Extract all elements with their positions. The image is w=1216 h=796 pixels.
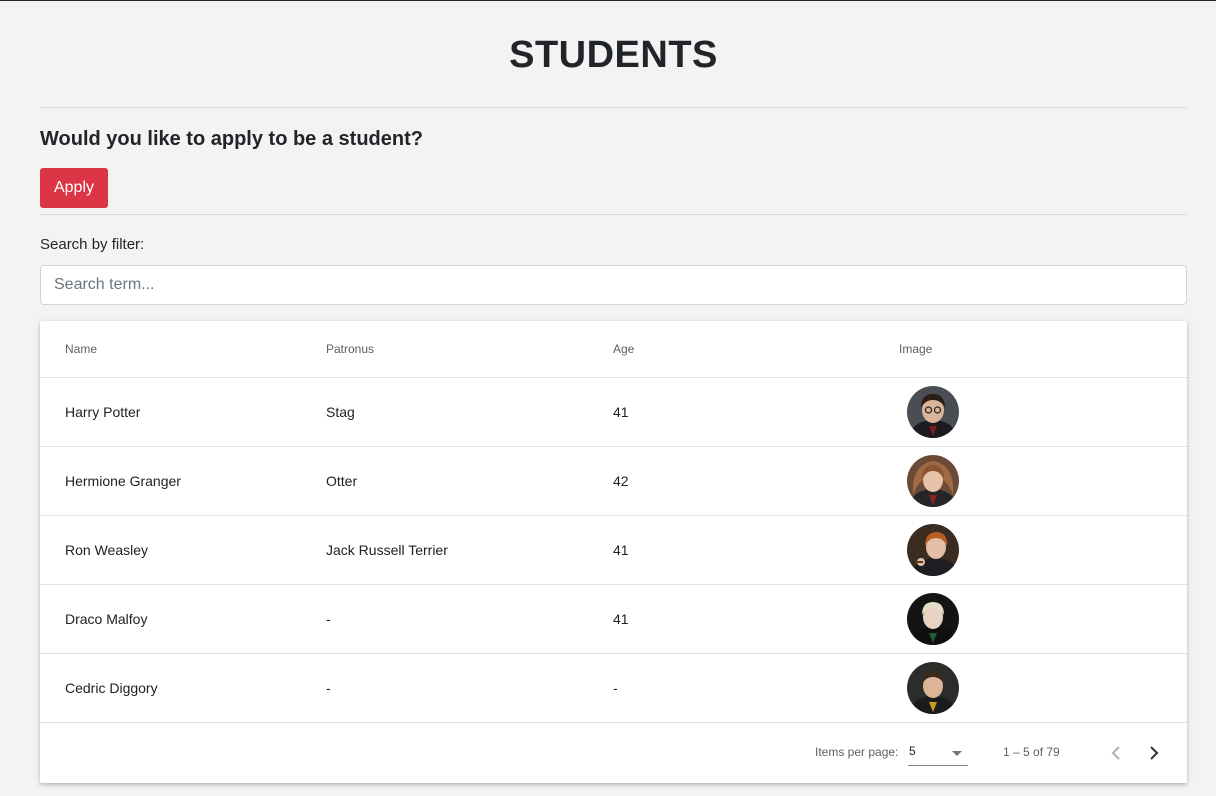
cell-patronus: Otter — [326, 446, 613, 516]
table-row: Ron Weasley Jack Russell Terrier 41 — [40, 515, 1187, 585]
table-row: Hermione Granger Otter 42 — [40, 446, 1187, 516]
cell-patronus: - — [326, 584, 613, 654]
cell-patronus: Jack Russell Terrier — [326, 515, 613, 585]
students-table-card: Name Patronus Age Image Harry Potter Sta… — [40, 321, 1187, 783]
cell-image — [899, 377, 1187, 447]
paginator: Items per page: 5 1 – 5 of 79 — [40, 723, 1187, 783]
apply-question: Would you like to apply to be a student? — [40, 128, 423, 150]
cell-image — [899, 515, 1187, 585]
student-avatar — [907, 662, 959, 714]
students-table: Name Patronus Age Image Harry Potter Sta… — [40, 321, 1187, 723]
cell-name: Draco Malfoy — [40, 584, 326, 654]
column-header-image: Image — [899, 321, 1187, 378]
page-size-value: 5 — [909, 744, 916, 758]
cell-age: 41 — [613, 515, 899, 585]
previous-page-button[interactable] — [1102, 739, 1130, 767]
cell-name: Ron Weasley — [40, 515, 326, 585]
cell-image — [899, 653, 1187, 723]
cell-age: 41 — [613, 377, 899, 447]
table-header-row: Name Patronus Age Image — [40, 321, 1187, 378]
cell-name: Harry Potter — [40, 377, 326, 447]
column-header-name: Name — [40, 321, 326, 378]
chevron-left-icon — [1111, 746, 1120, 760]
cell-patronus: Stag — [326, 377, 613, 447]
page-range-label: 1 – 5 of 79 — [1003, 745, 1060, 759]
table-row: Harry Potter Stag 41 — [40, 377, 1187, 447]
cell-image — [899, 584, 1187, 654]
cell-name: Cedric Diggory — [40, 653, 326, 723]
search-label: Search by filter: — [40, 236, 145, 253]
page-size-select[interactable]: 5 — [908, 741, 968, 766]
apply-button[interactable]: Apply — [40, 168, 108, 208]
student-avatar — [907, 455, 959, 507]
student-avatar — [907, 386, 959, 438]
cell-age: - — [613, 653, 899, 723]
column-header-age: Age — [613, 321, 899, 378]
student-avatar — [907, 593, 959, 645]
cell-age: 41 — [613, 584, 899, 654]
items-per-page-label: Items per page: — [815, 745, 899, 759]
student-avatar — [907, 524, 959, 576]
cell-image — [899, 446, 1187, 516]
search-input[interactable] — [40, 265, 1187, 305]
cell-name: Hermione Granger — [40, 446, 326, 516]
apply-section: Would you like to apply to be a student?… — [40, 108, 1187, 214]
page-title: STUDENTS — [509, 34, 718, 76]
column-header-patronus: Patronus — [326, 321, 613, 378]
cell-age: 42 — [613, 446, 899, 516]
chevron-right-icon — [1150, 746, 1159, 760]
search-section: Search by filter: — [40, 215, 1187, 305]
cell-patronus: - — [326, 653, 613, 723]
page-container: STUDENTS Would you like to apply to be a… — [40, 0, 1187, 305]
table-row: Cedric Diggory - - — [40, 653, 1187, 723]
table-row: Draco Malfoy - 41 — [40, 584, 1187, 654]
next-page-button[interactable] — [1140, 739, 1168, 767]
caret-down-icon — [952, 751, 962, 756]
